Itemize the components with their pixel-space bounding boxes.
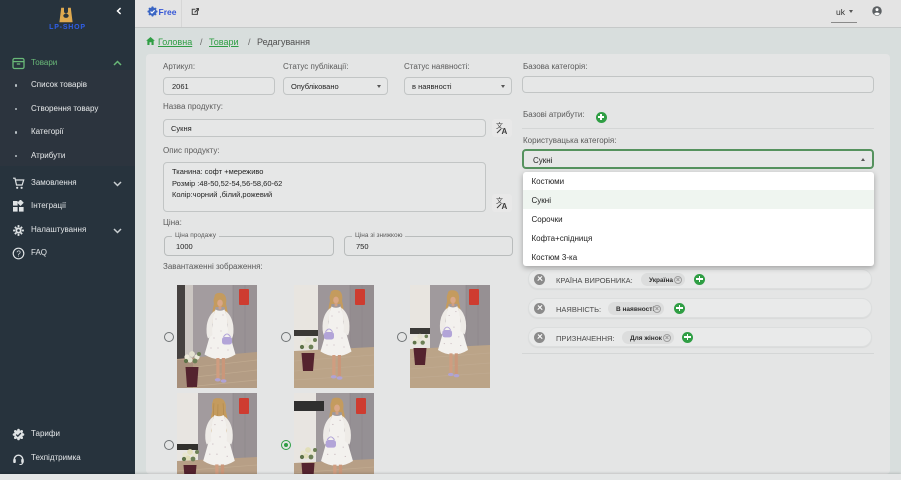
- svg-text:A: A: [502, 202, 508, 210]
- svg-text:A: A: [502, 127, 508, 135]
- svg-text:?: ?: [16, 249, 21, 258]
